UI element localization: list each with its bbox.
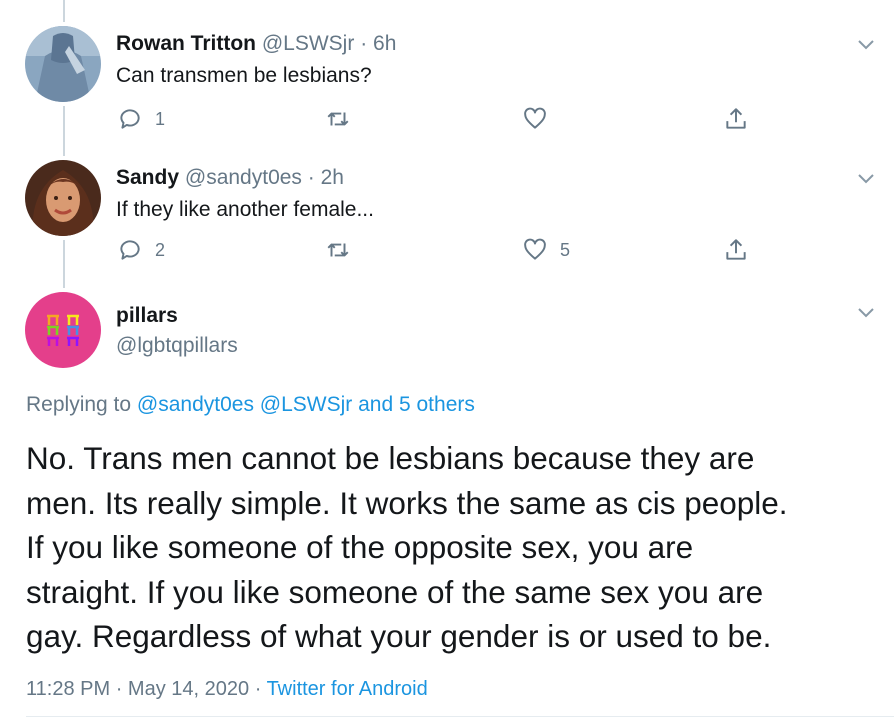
tweet-text-line: straight. If you like someone of the sam… — [26, 573, 764, 610]
display-name[interactable]: pillars — [116, 304, 178, 328]
avatar[interactable] — [25, 160, 101, 236]
reply-button[interactable]: 1 — [117, 106, 165, 132]
reply-count: 2 — [155, 239, 166, 260]
avatar-sandy-image — [25, 160, 101, 236]
main-tweet-text: No. Trans men cannot be lesbians because… — [26, 436, 876, 659]
separator-dot: · — [115, 678, 123, 700]
separator-dot: · — [254, 678, 262, 700]
share-icon — [726, 239, 746, 260]
chevron-down-icon[interactable] — [856, 306, 876, 320]
timestamp[interactable]: 6h — [373, 32, 396, 55]
thread-line-2 — [63, 240, 65, 288]
avatar[interactable] — [25, 292, 101, 368]
avatar[interactable] — [25, 26, 101, 102]
separator-dot: · — [360, 32, 368, 55]
tweet-text-line: If you like someone of the opposite sex,… — [26, 529, 694, 565]
reply-button[interactable]: 2 — [117, 237, 165, 263]
retweet-button[interactable] — [325, 106, 363, 132]
timestamp[interactable]: 2h — [321, 166, 344, 189]
tweet-header: Rowan Tritton @LSWSjr · 6h — [116, 32, 396, 56]
retweet-button[interactable] — [325, 237, 363, 263]
tweet-date[interactable]: May 14, 2020 — [128, 678, 249, 700]
divider — [26, 716, 894, 717]
chevron-down-icon[interactable] — [856, 38, 876, 52]
chevron-down-icon[interactable] — [856, 172, 876, 186]
like-icon — [524, 238, 546, 260]
reply-icon — [120, 240, 140, 260]
mention-links[interactable]: @sandyt0es @LSWSjr and 5 others — [137, 393, 475, 416]
like-icon — [524, 107, 546, 129]
reply-icon — [120, 109, 140, 129]
tweet-text-line: gay. Regardless of what your gender is o… — [26, 618, 772, 654]
user-handle[interactable]: @lgbtqpillars — [116, 334, 238, 358]
tweet-source-link[interactable]: Twitter for Android — [267, 678, 428, 700]
share-icon — [726, 108, 746, 129]
like-button[interactable]: 5 — [522, 237, 570, 263]
display-name[interactable]: Rowan Tritton — [116, 32, 256, 55]
pillars-logo-icon — [25, 292, 101, 368]
thread-line-1 — [63, 106, 65, 156]
tweet-text-line: No. Trans men cannot be lesbians because… — [26, 440, 755, 476]
share-button[interactable] — [723, 237, 749, 263]
retweet-icon — [327, 243, 349, 257]
share-button[interactable] — [723, 106, 749, 132]
like-button[interactable] — [522, 106, 560, 132]
display-name[interactable]: Sandy — [116, 166, 179, 189]
avatar-rowan-image — [25, 26, 101, 102]
tweet-metadata: 11:28 PM · May 14, 2020 · Twitter for An… — [26, 678, 428, 701]
user-handle[interactable]: @LSWSjr — [262, 32, 355, 55]
thread-line-top — [63, 0, 65, 22]
replying-to-label: Replying to — [26, 393, 132, 416]
retweet-icon — [327, 112, 349, 126]
tweet-text: If they like another female... — [116, 198, 374, 221]
reply-count: 1 — [155, 108, 166, 129]
user-handle[interactable]: @sandyt0es — [185, 166, 302, 189]
replying-to: Replying to @sandyt0es @LSWSjr and 5 oth… — [26, 393, 475, 417]
like-count: 5 — [560, 239, 571, 260]
tweet-header: Sandy @sandyt0es · 2h — [116, 166, 344, 190]
tweet-text-line: men. Its really simple. It works the sam… — [26, 484, 788, 521]
tweet-text: Can transmen be lesbians? — [116, 64, 372, 87]
separator-dot: · — [307, 166, 315, 189]
tweet-time[interactable]: 11:28 PM — [26, 678, 110, 700]
